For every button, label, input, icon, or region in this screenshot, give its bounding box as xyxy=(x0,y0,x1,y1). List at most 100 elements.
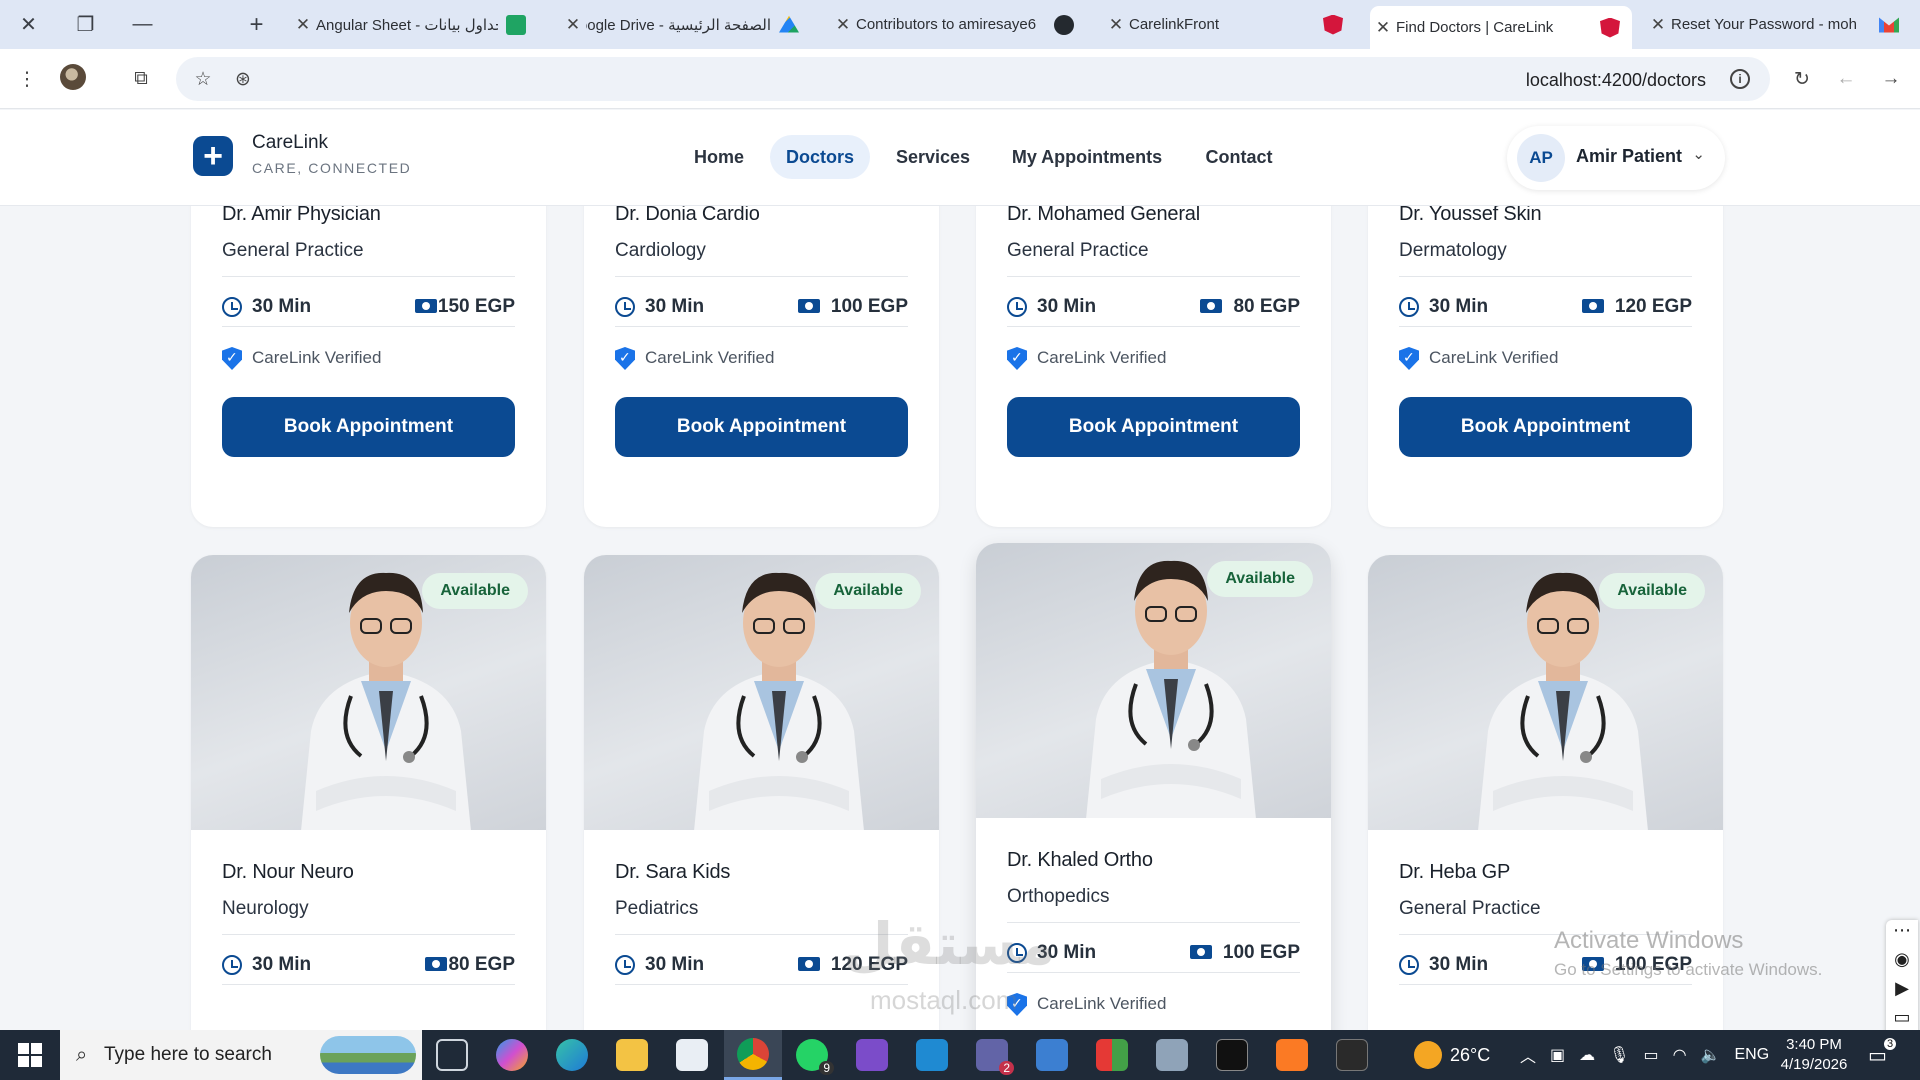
store-icon[interactable] xyxy=(676,1039,708,1071)
new-tab-icon[interactable]: + xyxy=(228,0,285,49)
close-tab-icon[interactable]: ✕ xyxy=(290,15,316,35)
reload-icon[interactable]: ↻ xyxy=(1787,64,1817,94)
close-tab-icon[interactable]: ✕ xyxy=(560,15,586,35)
availability-badge: Available xyxy=(1207,561,1313,597)
book-appointment-button[interactable]: Book Appointment xyxy=(615,397,908,457)
windows-start-icon[interactable] xyxy=(18,1043,42,1067)
tab-google-drive[interactable]: ✕ الصفحة الرئيسية - Google Drive xyxy=(560,6,808,43)
more-tools-icon[interactable]: ⋯ xyxy=(1886,920,1918,949)
page-viewport: Dr. Amir Physician General Practice 30 M… xyxy=(0,110,1920,1030)
doctor-meta: 30 Min 150 EGP xyxy=(222,294,515,320)
microphone-icon[interactable]: 🎙 xyxy=(1609,1045,1629,1065)
url-text: localhost:4200/doctors xyxy=(1525,70,1706,90)
copilot-icon[interactable] xyxy=(496,1039,528,1071)
address-bar[interactable]: ☆ ⊛ localhost:4200/doctors i xyxy=(176,57,1770,101)
restore-window-icon[interactable]: ❐ xyxy=(57,0,114,49)
snipping-tool-icon[interactable] xyxy=(1156,1039,1188,1071)
nav-home[interactable]: Home xyxy=(680,135,758,179)
close-tab-icon[interactable]: ✕ xyxy=(1103,15,1129,35)
windows-taskbar: ⌕ Type here to search 9 2 26°C ︿ ▣ ☁ 🎙 ▭… xyxy=(0,1030,1920,1080)
terminal-icon[interactable] xyxy=(1216,1039,1248,1071)
app-header: + CareLink CARE, CONNECTED Home Doctors … xyxy=(0,110,1920,206)
user-avatar: AP xyxy=(1517,134,1565,182)
profile-avatar[interactable] xyxy=(60,64,86,90)
visual-studio-icon[interactable] xyxy=(856,1039,888,1071)
forward-arrow-icon[interactable]: → xyxy=(1876,64,1906,94)
back-arrow-icon[interactable]: ← xyxy=(1831,64,1861,94)
office-icon[interactable] xyxy=(1096,1039,1128,1071)
vscode-icon[interactable] xyxy=(916,1039,948,1071)
whatsapp-icon[interactable]: 9 xyxy=(796,1039,834,1075)
money-icon xyxy=(1582,299,1604,313)
tab-carelinkfront[interactable]: ✕ CarelinkFront xyxy=(1103,6,1353,43)
cloud-icon[interactable]: ☁ xyxy=(1579,1045,1595,1065)
divider xyxy=(1399,984,1692,985)
tab-github-contributors[interactable]: ✕ Contributors to amiresaye6 xyxy=(830,6,1082,43)
mysql-icon[interactable] xyxy=(1336,1039,1368,1071)
close-tab-icon[interactable]: ✕ xyxy=(1370,18,1396,38)
doctor-specialty: Orthopedics xyxy=(1007,886,1110,907)
tab-find-doctors[interactable]: ✕ Find Doctors | CareLink xyxy=(1370,6,1632,49)
bookmark-star-icon[interactable]: ☆ xyxy=(188,64,218,94)
speaker-icon[interactable]: 🔈 xyxy=(1701,1045,1721,1065)
divider xyxy=(615,276,908,277)
notifications-icon[interactable]: ▭ 3 xyxy=(1868,1030,1897,1080)
nav-services[interactable]: Services xyxy=(884,135,982,179)
chevron-up-icon[interactable]: ︿ xyxy=(1520,1043,1536,1067)
doctor-name: Dr. Sara Kids xyxy=(615,861,731,883)
wifi-icon[interactable]: ◠ xyxy=(1673,1045,1687,1065)
availability-badge: Available xyxy=(815,573,921,609)
divider xyxy=(222,934,515,935)
box-app-icon[interactable] xyxy=(1036,1039,1068,1071)
verified-shield-icon xyxy=(1007,347,1027,370)
verified-shield-icon xyxy=(222,347,242,370)
extensions-icon[interactable]: ⧉ xyxy=(126,64,156,94)
book-appointment-button[interactable]: Book Appointment xyxy=(222,397,515,457)
duration-text: 30 Min xyxy=(252,954,312,975)
carelink-logo-icon[interactable]: + xyxy=(193,136,233,176)
clock-icon xyxy=(222,297,242,317)
doctor-card[interactable]: Available Dr. Nour Neuro Neurology 30 Mi… xyxy=(191,555,546,1030)
doctor-card[interactable]: Available Dr. Heba GP General Practice 3… xyxy=(1368,555,1723,1030)
minimize-window-icon[interactable]: — xyxy=(114,0,171,49)
chevron-down-icon: ⌄ xyxy=(1692,146,1705,163)
device-icon[interactable]: ▣ xyxy=(1550,1045,1565,1065)
doctor-specialty: General Practice xyxy=(1007,240,1149,261)
taskbar-search[interactable]: ⌕ Type here to search xyxy=(60,1030,422,1080)
doctor-photo: Available xyxy=(584,555,939,830)
file-explorer-icon[interactable] xyxy=(616,1039,648,1071)
task-view-icon[interactable] xyxy=(436,1039,468,1071)
user-menu[interactable]: AP Amir Patient ⌄ xyxy=(1507,126,1725,190)
duration-text: 30 Min xyxy=(1037,296,1097,317)
brand-name[interactable]: CareLink xyxy=(252,132,328,154)
battery-icon[interactable]: ▭ xyxy=(1643,1045,1658,1065)
xampp-icon[interactable] xyxy=(1276,1039,1308,1071)
close-window-icon[interactable]: ✕ xyxy=(0,0,57,49)
book-appointment-button[interactable]: Book Appointment xyxy=(1399,397,1692,457)
teams-icon[interactable]: 2 xyxy=(976,1039,1014,1075)
clock-icon xyxy=(222,955,242,975)
edge-icon[interactable] xyxy=(556,1039,588,1071)
book-appointment-button[interactable]: Book Appointment xyxy=(1007,397,1300,457)
close-tab-icon[interactable]: ✕ xyxy=(1645,15,1671,35)
tab-reset-password[interactable]: ✕ Reset Your Password - moh xyxy=(1645,6,1913,43)
camera-icon[interactable]: ◉ xyxy=(1886,949,1918,978)
divider xyxy=(222,984,515,985)
taskbar-clock[interactable]: 3:40 PM 4/19/2026 xyxy=(1764,1035,1864,1075)
nav-contact[interactable]: Contact xyxy=(1195,135,1283,179)
doctor-photo: Available xyxy=(1368,555,1723,830)
nav-doctors[interactable]: Doctors xyxy=(770,135,870,179)
money-icon xyxy=(1190,945,1212,959)
nav-my-appointments[interactable]: My Appointments xyxy=(1002,135,1172,179)
close-tab-icon[interactable]: ✕ xyxy=(830,15,856,35)
chrome-taskbar[interactable] xyxy=(724,1030,782,1080)
video-icon[interactable]: ▶ xyxy=(1886,978,1918,1007)
divider xyxy=(1399,276,1692,277)
money-icon xyxy=(1200,299,1222,313)
teams-badge: 2 xyxy=(999,1061,1014,1075)
info-icon[interactable]: i xyxy=(1730,69,1750,89)
site-settings-icon[interactable]: ⊛ xyxy=(228,64,258,94)
tab-angular-sheet[interactable]: ✕ Angular Sheet - جداول بيانات xyxy=(290,6,535,43)
menu-kebab-icon[interactable]: ⋮ xyxy=(12,64,42,94)
weather-widget[interactable]: 26°C xyxy=(1414,1030,1490,1080)
